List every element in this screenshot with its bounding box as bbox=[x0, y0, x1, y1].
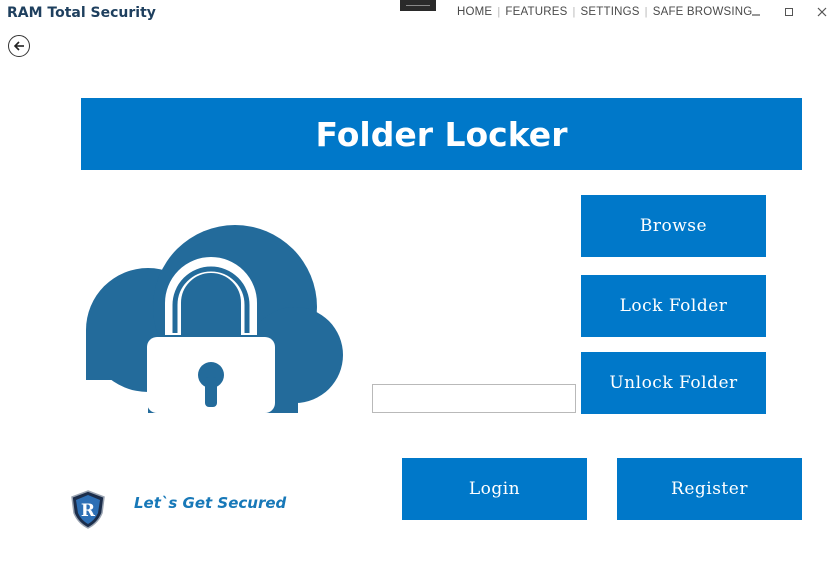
unlock-folder-button[interactable]: Unlock Folder bbox=[581, 352, 766, 414]
nav-settings[interactable]: SETTINGS bbox=[581, 6, 640, 18]
nav-safe-browsing[interactable]: SAFE BROWSING bbox=[653, 6, 753, 18]
close-button[interactable] bbox=[811, 3, 833, 21]
page-title: Folder Locker bbox=[81, 98, 802, 170]
top-nav: HOME | FEATURES | SETTINGS | SAFE BROWSI… bbox=[457, 6, 752, 18]
shield-logo-icon: R bbox=[71, 490, 105, 529]
app-title: RAM Total Security bbox=[7, 5, 156, 21]
nav-separator: | bbox=[497, 6, 501, 18]
back-button[interactable] bbox=[8, 35, 30, 57]
minimize-icon bbox=[752, 14, 760, 16]
nav-separator: | bbox=[572, 6, 576, 18]
nav-features[interactable]: FEATURES bbox=[505, 6, 567, 18]
tagline: Let`s Get Secured bbox=[134, 494, 287, 512]
folder-path-input[interactable] bbox=[372, 384, 576, 413]
nav-separator: | bbox=[644, 6, 648, 18]
login-button[interactable]: Login bbox=[402, 458, 587, 520]
maximize-button[interactable] bbox=[778, 3, 800, 21]
browse-button[interactable]: Browse bbox=[581, 195, 766, 257]
close-icon bbox=[817, 7, 827, 17]
window-drag-handle[interactable] bbox=[400, 0, 436, 11]
cloud-lock-icon bbox=[86, 225, 343, 413]
back-arrow-icon bbox=[13, 41, 24, 51]
svg-text:R: R bbox=[81, 501, 96, 521]
minimize-button[interactable] bbox=[745, 3, 767, 21]
nav-home[interactable]: HOME bbox=[457, 6, 492, 18]
lock-folder-button[interactable]: Lock Folder bbox=[581, 275, 766, 337]
register-button[interactable]: Register bbox=[617, 458, 802, 520]
maximize-icon bbox=[785, 8, 793, 16]
